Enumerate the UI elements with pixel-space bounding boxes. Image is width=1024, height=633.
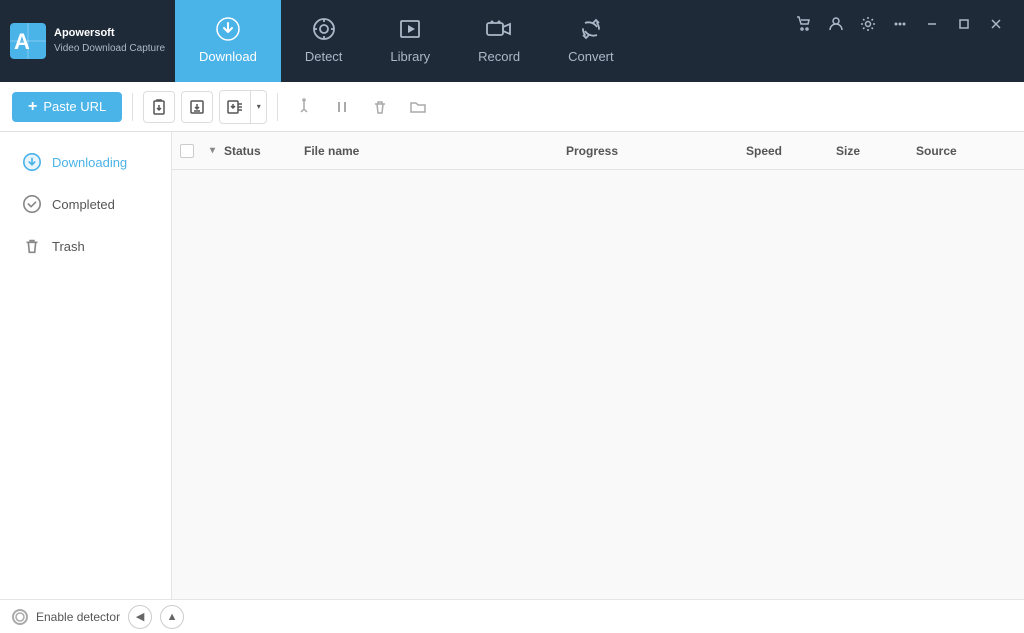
library-icon (396, 15, 424, 43)
convert-icon (577, 15, 605, 43)
statusbar: Enable detector ◀ ▲ (0, 599, 1024, 633)
header-status: Status (224, 144, 304, 158)
sidebar-item-trash[interactable]: Trash (6, 226, 165, 266)
app-logo-icon: A (10, 23, 46, 59)
detect-icon (310, 15, 338, 43)
window-controls (790, 0, 1014, 38)
content-area: ▾ Status File name Progress Speed Size S… (172, 132, 1024, 599)
enable-detector-label[interactable]: Enable detector (36, 610, 120, 624)
download-options-button[interactable]: ▾ (219, 90, 267, 124)
user-icon[interactable] (822, 10, 850, 38)
paste-url-button[interactable]: + Paste URL (12, 92, 122, 122)
pause-icon (333, 98, 351, 116)
header-source: Source (916, 144, 1016, 158)
sidebar-trash-icon (22, 236, 42, 256)
sidebar-item-downloading[interactable]: Downloading (6, 142, 165, 182)
header-checkbox[interactable] (180, 144, 210, 158)
settings-icon[interactable] (854, 10, 882, 38)
tab-record[interactable]: Record (454, 0, 544, 82)
more-icon[interactable] (886, 10, 914, 38)
downloading-icon (22, 152, 42, 172)
add-url-from-clipboard-button[interactable] (143, 91, 175, 123)
dropdown-arrow-icon[interactable]: ▾ (250, 91, 266, 123)
pin-button[interactable] (288, 91, 320, 123)
close-button[interactable] (982, 10, 1010, 38)
table-header: ▾ Status File name Progress Speed Size S… (172, 132, 1024, 170)
plus-icon: + (28, 98, 37, 116)
sidebar: Downloading Completed Trash (0, 132, 172, 599)
titlebar: A Apowersoft Video Download Capture Down… (0, 0, 1024, 82)
header-progress: Progress (566, 144, 746, 158)
tab-convert[interactable]: Convert (544, 0, 638, 82)
tab-detect[interactable]: Detect (281, 0, 367, 82)
detector-circle-icon (15, 612, 25, 622)
table-body (172, 170, 1024, 599)
detector-status-icon (12, 609, 28, 625)
maximize-button[interactable] (950, 10, 978, 38)
trash-icon (371, 98, 389, 116)
tab-download[interactable]: Download (175, 0, 281, 82)
pin-icon (295, 98, 313, 116)
statusbar-next-button[interactable]: ▲ (160, 605, 184, 629)
checkbox-inner (180, 144, 194, 158)
download-icon (214, 15, 242, 43)
statusbar-prev-button[interactable]: ◀ (128, 605, 152, 629)
completed-icon (22, 194, 42, 214)
download-small-icon (188, 98, 206, 116)
folder-icon (409, 98, 427, 116)
pause-button[interactable] (326, 91, 358, 123)
toolbar-separator-1 (132, 93, 133, 121)
clipboard-upload-icon (150, 98, 168, 116)
header-speed: Speed (746, 144, 836, 158)
header-size: Size (836, 144, 916, 158)
app-title-text: Apowersoft Video Download Capture (54, 26, 165, 55)
record-icon (485, 15, 513, 43)
toolbar-separator-2 (277, 93, 278, 121)
delete-button[interactable] (364, 91, 396, 123)
header-filename: File name (304, 144, 566, 158)
toolbar: + Paste URL ▾ (0, 82, 1024, 132)
download-button[interactable] (181, 91, 213, 123)
open-folder-button[interactable] (402, 91, 434, 123)
sidebar-item-completed[interactable]: Completed (6, 184, 165, 224)
minimize-button[interactable] (918, 10, 946, 38)
tab-library[interactable]: Library (366, 0, 454, 82)
nav-tabs: Download Detect Library (175, 0, 790, 82)
main-area: Downloading Completed Trash ▾ Status (0, 132, 1024, 599)
app-logo: A Apowersoft Video Download Capture (10, 23, 165, 59)
cart-icon[interactable] (790, 10, 818, 38)
header-sort-arrow[interactable]: ▾ (210, 145, 224, 156)
download-options-icon (226, 98, 244, 116)
download-options-main (220, 91, 250, 123)
